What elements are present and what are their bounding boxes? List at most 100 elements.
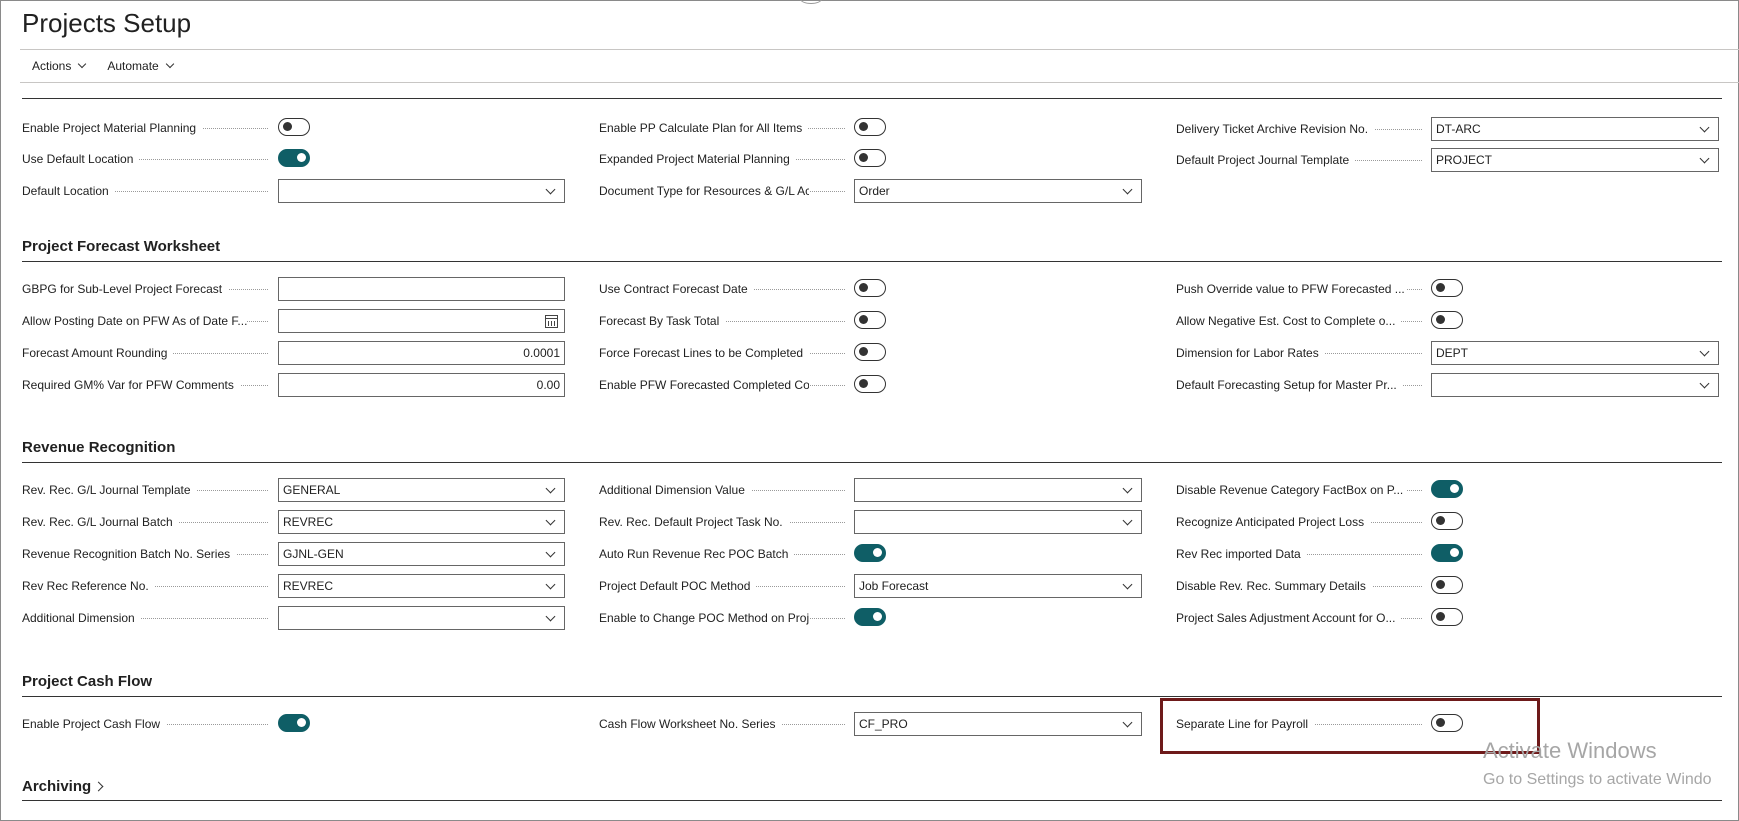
cash-flow-worksheet-no-series-select[interactable]: CF_PRO xyxy=(854,712,1142,736)
expanded-project-material-planning-toggle[interactable] xyxy=(854,149,886,167)
delivery-ticket-archive-field: Delivery Ticket Archive Revision No. DT-… xyxy=(1176,117,1721,141)
additional-dimension-field: Additional Dimension xyxy=(22,606,567,630)
revenue-recognition-batch-no-series-field: Revenue Recognition Batch No. Series GJN… xyxy=(22,542,567,566)
allow-posting-date-input[interactable] xyxy=(278,309,565,333)
enable-project-material-planning-field: Enable Project Material Planning xyxy=(22,116,312,140)
field-label: Allow Negative Est. Cost to Complete o..… xyxy=(1176,314,1402,328)
forecast-by-task-total-toggle[interactable] xyxy=(854,311,886,329)
rev-rec-gl-journal-batch-select[interactable]: REVREC xyxy=(278,510,565,534)
calendar-icon[interactable] xyxy=(545,315,558,328)
field-label: Enable to Change POC Method on Proj... xyxy=(599,611,809,625)
gbpg-field: GBPG for Sub-Level Project Forecast xyxy=(22,277,567,301)
chevron-down-icon xyxy=(545,611,556,622)
field-label: Forecast Amount Rounding xyxy=(22,346,174,360)
field-label: Disable Rev. Rec. Summary Details xyxy=(1176,579,1372,593)
project-default-poc-method-field: Project Default POC Method Job Forecast xyxy=(599,574,1144,598)
rev-rec-default-project-task-no-select[interactable] xyxy=(854,510,1142,534)
section-divider xyxy=(22,462,1722,463)
chevron-right-icon xyxy=(93,781,104,792)
section-divider xyxy=(22,98,1722,99)
cash-flow-worksheet-no-series-field: Cash Flow Worksheet No. Series CF_PRO xyxy=(599,712,1144,736)
project-default-poc-method-select[interactable]: Job Forecast xyxy=(854,574,1142,598)
action-bar: Actions Automate xyxy=(20,50,1739,83)
actions-menu[interactable]: Actions xyxy=(32,59,87,73)
gbpg-input[interactable] xyxy=(278,277,565,301)
field-label: Additional Dimension Value xyxy=(599,483,751,497)
project-sales-adjustment-account-field: Project Sales Adjustment Account for O..… xyxy=(1176,606,1466,630)
field-label: Additional Dimension xyxy=(22,611,141,625)
chevron-down-icon xyxy=(545,515,556,526)
chevron-down-icon xyxy=(1699,153,1710,164)
field-label: Enable Project Cash Flow xyxy=(22,717,167,731)
default-location-select[interactable] xyxy=(278,179,565,203)
activation-watermark-subtitle: Go to Settings to activate Windo xyxy=(1483,771,1712,788)
enable-project-material-planning-toggle[interactable] xyxy=(278,118,310,136)
enable-pp-calculate-plan-field: Enable PP Calculate Plan for All Items xyxy=(599,116,889,140)
rev-rec-imported-data-toggle[interactable] xyxy=(1431,544,1463,562)
enable-pp-calculate-plan-toggle[interactable] xyxy=(854,118,886,136)
field-label: Cash Flow Worksheet No. Series xyxy=(599,717,782,731)
enable-pfw-forecasted-toggle[interactable] xyxy=(854,375,886,393)
field-label: Enable Project Material Planning xyxy=(22,121,203,135)
enable-change-poc-method-toggle[interactable] xyxy=(854,608,886,626)
auto-run-revenue-rec-poc-batch-field: Auto Run Revenue Rec POC Batch xyxy=(599,542,889,566)
field-label: Auto Run Revenue Rec POC Batch xyxy=(599,547,795,561)
chevron-down-icon xyxy=(1122,515,1133,526)
document-type-resources-select[interactable]: Order xyxy=(854,179,1142,203)
project-sales-adjustment-account-toggle[interactable] xyxy=(1431,608,1463,626)
section-title-cashflow: Project Cash Flow xyxy=(22,673,153,690)
enable-change-poc-method-field: Enable to Change POC Method on Proj... xyxy=(599,606,889,630)
enable-project-cash-flow-field: Enable Project Cash Flow xyxy=(22,712,312,736)
chevron-down-icon xyxy=(1122,579,1133,590)
auto-run-revenue-rec-poc-batch-toggle[interactable] xyxy=(854,544,886,562)
field-label: Forecast By Task Total xyxy=(599,314,726,328)
field-label: Delivery Ticket Archive Revision No. xyxy=(1176,122,1375,136)
field-label: Default Forecasting Setup for Master Pr.… xyxy=(1176,378,1403,392)
field-label: Rev. Rec. G/L Journal Template xyxy=(22,483,197,497)
section-title-archiving: Archiving xyxy=(22,778,92,795)
recognize-anticipated-project-loss-toggle[interactable] xyxy=(1431,512,1463,530)
field-label: Push Override value to PFW Forecasted ..… xyxy=(1176,282,1406,296)
required-gm-var-input[interactable]: 0.00 xyxy=(278,373,565,397)
disable-rev-rec-summary-details-field: Disable Rev. Rec. Summary Details xyxy=(1176,574,1466,598)
rev-rec-gl-journal-batch-field: Rev. Rec. G/L Journal Batch REVREC xyxy=(22,510,567,534)
disable-revenue-category-factbox-toggle[interactable] xyxy=(1431,480,1463,498)
field-label: Enable PP Calculate Plan for All Items xyxy=(599,121,809,135)
chevron-down-icon xyxy=(165,59,174,69)
default-forecasting-setup-select[interactable] xyxy=(1431,373,1719,397)
chevron-down-icon xyxy=(545,547,556,558)
use-contract-forecast-date-toggle[interactable] xyxy=(854,279,886,297)
actions-menu-label: Actions xyxy=(32,59,72,73)
disable-rev-rec-summary-details-toggle[interactable] xyxy=(1431,576,1463,594)
default-project-journal-template-select[interactable]: PROJECT xyxy=(1431,148,1719,172)
section-divider xyxy=(22,800,1722,801)
field-label: Rev. Rec. G/L Journal Batch xyxy=(22,515,179,529)
delivery-ticket-archive-select[interactable]: DT-ARC xyxy=(1431,117,1719,141)
enable-project-cash-flow-toggle[interactable] xyxy=(278,714,310,732)
rev-rec-reference-no-select[interactable]: REVREC xyxy=(278,574,565,598)
archiving-section-toggle[interactable]: Archiving xyxy=(22,778,104,795)
automate-menu[interactable]: Automate xyxy=(107,59,174,73)
use-default-location-toggle[interactable] xyxy=(278,149,310,167)
rev-rec-gl-journal-template-select[interactable]: GENERAL xyxy=(278,478,565,502)
field-label: Enable PFW Forecasted Completed Cost... xyxy=(599,378,809,392)
push-override-value-field: Push Override value to PFW Forecasted ..… xyxy=(1176,277,1466,301)
field-label: Document Type for Resources & G/L Ac... xyxy=(599,184,809,198)
allow-negative-est-cost-toggle[interactable] xyxy=(1431,311,1463,329)
chevron-down-icon xyxy=(1122,483,1133,494)
force-forecast-lines-toggle[interactable] xyxy=(854,343,886,361)
chevron-down-icon xyxy=(78,59,87,69)
push-override-value-toggle[interactable] xyxy=(1431,279,1463,297)
forecast-by-task-total-field: Forecast By Task Total xyxy=(599,309,889,333)
additional-dimension-value-select[interactable] xyxy=(854,478,1142,502)
section-title-revenue: Revenue Recognition xyxy=(22,439,176,456)
required-gm-var-field: Required GM% Var for PFW Comments 0.00 xyxy=(22,373,567,397)
forecast-amount-rounding-input[interactable]: 0.0001 xyxy=(278,341,565,365)
revenue-recognition-batch-no-series-select[interactable]: GJNL-GEN xyxy=(278,542,565,566)
page-title: Projects Setup xyxy=(22,8,192,38)
additional-dimension-select[interactable] xyxy=(278,606,565,630)
rev-rec-default-project-task-no-field: Rev. Rec. Default Project Task No. xyxy=(599,510,1144,534)
dimension-labor-rates-select[interactable]: DEPT xyxy=(1431,341,1719,365)
field-label: Required GM% Var for PFW Comments xyxy=(22,378,240,392)
automate-menu-label: Automate xyxy=(107,59,159,73)
